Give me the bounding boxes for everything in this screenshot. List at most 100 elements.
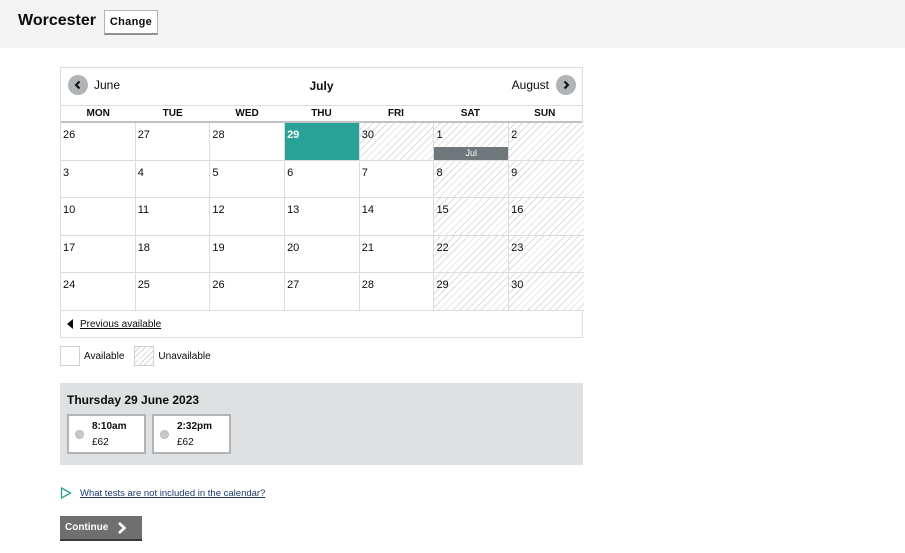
calendar-day-cell: 23: [509, 235, 584, 274]
calendar-day-cell[interactable]: 3: [61, 160, 136, 199]
slot-radio[interactable]: [160, 430, 169, 439]
weekday-label: THU: [311, 108, 332, 119]
calendar-header: June July August: [61, 68, 582, 106]
day-number: 3: [63, 166, 70, 179]
day-number: 2: [511, 129, 518, 141]
day-number: 4: [137, 166, 144, 179]
calendar-day-cell[interactable]: 28: [359, 273, 435, 311]
weekday-label: SAT: [460, 108, 480, 119]
header-bar: Worcester Change: [0, 0, 905, 48]
calendar-day-cell[interactable]: 20: [285, 235, 360, 274]
calendar-day-cell: 2: [509, 123, 584, 161]
slot-price: £62: [177, 437, 194, 448]
continue-button[interactable]: Continue: [60, 516, 142, 541]
calendar-day-cell[interactable]: 7: [359, 160, 435, 199]
month-start-tag: Jul: [434, 146, 509, 160]
continue-label: Continue: [65, 522, 109, 533]
slot-time: 2:32pm: [177, 421, 213, 432]
tests-not-included-label: What tests are not included in the calen…: [80, 487, 266, 499]
day-number: 30: [511, 279, 524, 292]
calendar-day-cell[interactable]: 5: [210, 160, 286, 199]
calendar: June July August MON TUE WED THU FRI SAT…: [60, 67, 584, 338]
weekday-label: WED: [235, 108, 259, 119]
slot-radio[interactable]: [75, 430, 84, 439]
current-month-title: July: [309, 79, 334, 93]
calendar-day-cell[interactable]: 14: [359, 198, 435, 236]
day-number: 9: [511, 166, 518, 179]
day-number: 11: [137, 204, 150, 217]
calendar-day-cell[interactable]: 21: [359, 235, 435, 274]
day-number: 26: [212, 279, 225, 292]
time-slot-option[interactable]: 2:32pm £62: [152, 414, 231, 454]
calendar-day-cell[interactable]: 19: [210, 235, 286, 274]
change-centre-button[interactable]: Change: [104, 10, 158, 35]
weekday-header-row: MON TUE WED THU FRI SAT SUN: [61, 106, 582, 123]
next-month-label[interactable]: August: [512, 78, 549, 92]
day-number: 23: [511, 241, 524, 254]
available-swatch: [60, 346, 80, 366]
chevron-right-icon: [563, 80, 570, 90]
calendar-day-cell[interactable]: 12: [210, 198, 286, 236]
calendar-day-cell: 22: [434, 235, 510, 274]
previous-available-label: Previous available: [80, 318, 162, 330]
calendar-day-cell: 8: [434, 160, 510, 199]
day-number: 25: [137, 279, 150, 292]
slot-time: 8:10am: [92, 421, 127, 432]
tests-not-included-link[interactable]: What tests are not included in the calen…: [60, 487, 265, 499]
calendar-day-cell[interactable]: 24: [61, 273, 136, 311]
day-number: 13: [287, 204, 300, 217]
weekday-label: FRI: [387, 108, 404, 119]
unavailable-legend-label: Unavailable: [158, 350, 211, 362]
weekday-label: SUN: [534, 108, 556, 119]
previous-available-link[interactable]: Previous available: [67, 319, 161, 330]
weekday-label: MON: [86, 108, 110, 119]
day-number: 12: [212, 204, 225, 217]
day-number: 18: [137, 241, 150, 254]
slot-price: £62: [92, 437, 109, 448]
calendar-day-cell[interactable]: 26: [210, 273, 286, 311]
calendar-footer: Previous available: [61, 311, 582, 338]
time-slot-option[interactable]: 8:10am £62: [67, 414, 146, 454]
triangle-left-icon: [67, 319, 73, 330]
calendar-day-cell[interactable]: 10: [61, 198, 136, 236]
available-legend-label: Available: [84, 350, 125, 362]
weekday-label: TUE: [162, 108, 183, 119]
calendar-grid: 26 27 28 29 30 1 Jul 2 3 4 5 6 7 8 9 10 11 12 13 14 15 16 17 18…: [61, 123, 584, 311]
calendar-day-cell[interactable]: 13: [285, 198, 360, 236]
calendar-day-cell[interactable]: 6: [285, 160, 360, 199]
day-number: 20: [287, 241, 300, 254]
day-number: 21: [361, 241, 374, 254]
day-number: 28: [361, 279, 374, 292]
time-slots-panel: Thursday 29 June 2023 8:10am £62 2:32pm …: [60, 383, 583, 465]
calendar-day-cell: 9: [509, 160, 584, 199]
day-number: 8: [436, 166, 443, 179]
calendar-day-cell[interactable]: 28: [210, 123, 286, 161]
calendar-day-cell[interactable]: 4: [135, 160, 211, 199]
day-number: 28: [212, 129, 225, 141]
day-number: 27: [137, 129, 150, 141]
calendar-day-cell[interactable]: 11: [135, 198, 211, 236]
calendar-day-cell[interactable]: 18: [135, 235, 211, 274]
calendar-day-cell[interactable]: 29: [285, 123, 360, 161]
next-month-button[interactable]: [556, 75, 576, 95]
day-number: 29: [287, 129, 300, 141]
day-number: 5: [212, 166, 219, 179]
calendar-day-cell: 16: [509, 198, 584, 236]
day-number: 14: [361, 204, 374, 217]
day-number: 24: [63, 279, 76, 292]
calendar-day-cell[interactable]: 25: [135, 273, 211, 311]
calendar-day-cell: 1 Jul: [434, 123, 510, 161]
play-outline-icon: [60, 487, 72, 499]
selected-date-heading: Thursday 29 June 2023: [67, 393, 200, 407]
calendar-day-cell[interactable]: 27: [285, 273, 360, 311]
day-number: 22: [436, 241, 449, 254]
day-number: 10: [63, 204, 76, 217]
day-number: 16: [511, 204, 524, 217]
day-number: 7: [361, 166, 368, 179]
calendar-day-cell[interactable]: 26: [61, 123, 136, 161]
chevron-right-bold-icon: [118, 521, 127, 534]
calendar-day-cell[interactable]: 17: [61, 235, 136, 274]
day-number: 27: [287, 279, 300, 292]
calendar-day-cell[interactable]: 27: [135, 123, 211, 161]
calendar-day-cell: 29: [434, 273, 510, 311]
